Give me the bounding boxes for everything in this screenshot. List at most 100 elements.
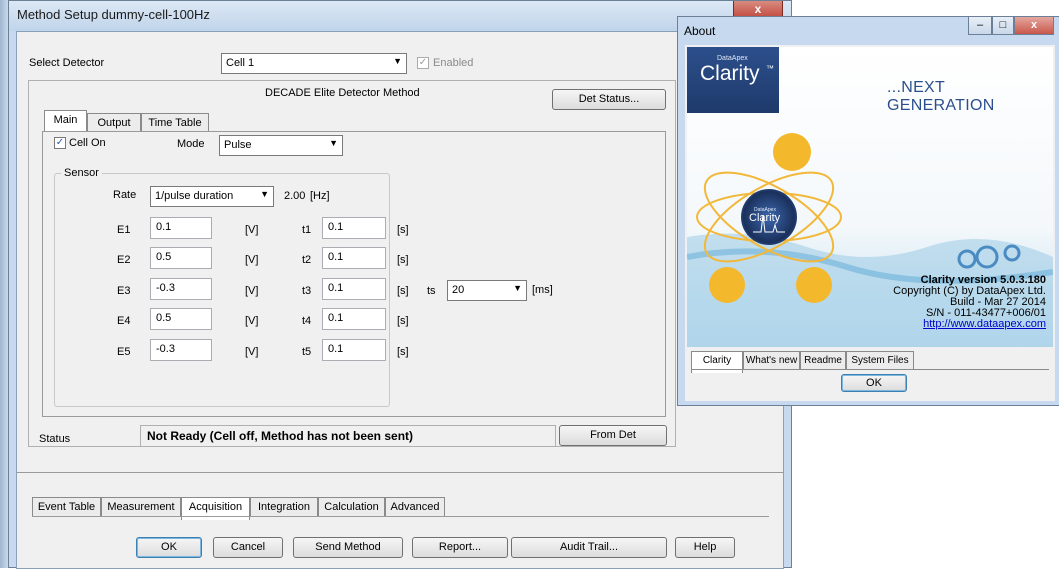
detector-select-value: Cell 1 (226, 57, 255, 69)
help-button[interactable]: Help (675, 537, 735, 558)
e1-value: 0.1 (156, 221, 172, 233)
method-title: DECADE Elite Detector Method (265, 87, 420, 99)
e3-unit: [V] (245, 285, 259, 297)
ts-label: ts (427, 285, 436, 297)
sensor-label: Sensor (61, 167, 102, 179)
t2-input[interactable]: 0.1 (322, 247, 386, 269)
t5-unit: [s] (397, 346, 409, 358)
tab-main[interactable]: Main (44, 110, 87, 131)
t5-value: 0.1 (328, 343, 344, 355)
e1-label: E1 (117, 224, 131, 236)
brand-header: DataApex Clarity ™ (687, 47, 779, 113)
tab-integration[interactable]: Integration (250, 497, 318, 516)
ts-unit: [ms] (532, 284, 553, 296)
clarity-splash-image: DataApex Clarity ™ ...NEXT GENERATION Da… (687, 47, 1053, 347)
e3-input[interactable]: -0.3 (150, 278, 212, 300)
about-window: About – □ x DataApex Clarity ™ ...NEXT G… (677, 16, 1059, 406)
mode-select-value: Pulse (224, 139, 252, 151)
t1-unit: [s] (397, 224, 409, 236)
mode-select[interactable]: Pulse ▼ (219, 135, 343, 156)
e5-input[interactable]: -0.3 (150, 339, 212, 361)
status-label: Status (39, 433, 71, 445)
about-client-area: DataApex Clarity ™ ...NEXT GENERATION Da… (685, 45, 1055, 401)
emblem-brand: Clarity (749, 212, 781, 224)
main-titlebar[interactable]: Method Setup dummy-cell-100Hz x (9, 1, 791, 31)
cell-on-label: Cell On (69, 137, 106, 149)
chevron-down-icon: ▼ (329, 138, 338, 148)
e2-input[interactable]: 0.5 (150, 247, 212, 269)
e4-input[interactable]: 0.5 (150, 308, 212, 330)
e4-value: 0.5 (156, 312, 172, 324)
ts-select[interactable]: 20 ▼ (447, 280, 527, 301)
from-det-button[interactable]: From Det (559, 425, 667, 446)
t4-input[interactable]: 0.1 (322, 308, 386, 330)
window-title: Method Setup dummy-cell-100Hz (17, 7, 210, 22)
bottom-separator (16, 472, 784, 473)
caption-buttons: – □ x (968, 17, 1054, 35)
rate-unit: [Hz] (310, 190, 330, 202)
cancel-button[interactable]: Cancel (213, 537, 283, 558)
audit-trail-button[interactable]: Audit Trail... (511, 537, 667, 558)
t2-value: 0.1 (328, 251, 344, 263)
e3-value: -0.3 (156, 282, 175, 294)
maximize-button[interactable]: □ (992, 17, 1014, 35)
status-text: Not Ready (Cell off, Method has not been… (147, 429, 414, 443)
t2-unit: [s] (397, 254, 409, 266)
tab-measurement[interactable]: Measurement (101, 497, 181, 516)
rate-select[interactable]: 1/pulse duration ▼ (150, 186, 274, 207)
about-tab-system-files[interactable]: System Files (846, 351, 914, 370)
about-close-button[interactable]: x (1014, 17, 1054, 35)
brand-name: Clarity (700, 62, 760, 85)
cell-on-checkbox[interactable]: ✓ (54, 137, 66, 149)
rate-display: 2.00 (284, 190, 306, 202)
enabled-checkbox[interactable]: ✓ (417, 57, 429, 69)
about-ok-button[interactable]: OK (841, 374, 907, 392)
about-window-title: About (684, 24, 716, 38)
minimize-button[interactable]: – (968, 17, 992, 35)
chevron-down-icon: ▼ (393, 56, 402, 66)
t4-unit: [s] (397, 315, 409, 327)
tab-output[interactable]: Output (87, 113, 141, 132)
tab-advanced[interactable]: Advanced (385, 497, 445, 516)
t5-label: t5 (302, 346, 312, 358)
tab-calculation[interactable]: Calculation (318, 497, 385, 516)
enabled-label: Enabled (433, 57, 474, 69)
about-tab-baseline (691, 369, 1049, 370)
detector-select[interactable]: Cell 1 ▼ (221, 53, 407, 74)
e5-label: E5 (117, 346, 131, 358)
rate-label: Rate (113, 189, 137, 201)
det-status-button[interactable]: Det Status... (552, 89, 666, 110)
tab-time-table[interactable]: Time Table (141, 113, 209, 132)
e1-input[interactable]: 0.1 (150, 217, 212, 239)
brand-tm: ™ (766, 64, 774, 73)
ts-select-value: 20 (452, 284, 465, 296)
e3-label: E3 (117, 285, 131, 297)
t4-label: t4 (302, 315, 312, 327)
t5-input[interactable]: 0.1 (322, 339, 386, 361)
method-setup-window: Method Setup dummy-cell-100Hz x Select D… (8, 0, 792, 569)
website-link[interactable]: http://www.dataapex.com (826, 319, 1046, 330)
about-tab-whats-new[interactable]: What's new (743, 351, 800, 370)
t3-unit: [s] (397, 285, 409, 297)
status-field: Not Ready (Cell off, Method has not been… (140, 425, 556, 447)
select-detector-label: Select Detector (29, 57, 105, 69)
e4-label: E4 (117, 315, 131, 327)
mode-label: Mode (177, 138, 205, 150)
background-window-edge (0, 0, 8, 568)
e4-unit: [V] (245, 315, 259, 327)
ok-button[interactable]: OK (136, 537, 202, 558)
rate-select-value: 1/pulse duration (155, 190, 234, 202)
t3-input[interactable]: 0.1 (322, 278, 386, 300)
chevron-down-icon: ▼ (513, 283, 522, 293)
e2-label: E2 (117, 254, 131, 266)
send-method-button[interactable]: Send Method (293, 537, 403, 558)
main-client-area: Select Detector Cell 1 ▼ ✓ Enabled DECAD… (16, 31, 784, 569)
about-tab-readme[interactable]: Readme (800, 351, 846, 370)
e2-unit: [V] (245, 254, 259, 266)
e1-unit: [V] (245, 224, 259, 236)
t1-input[interactable]: 0.1 (322, 217, 386, 239)
t3-label: t3 (302, 285, 312, 297)
t1-value: 0.1 (328, 221, 344, 233)
tab-event-table[interactable]: Event Table (32, 497, 101, 516)
report-button[interactable]: Report... (412, 537, 508, 558)
